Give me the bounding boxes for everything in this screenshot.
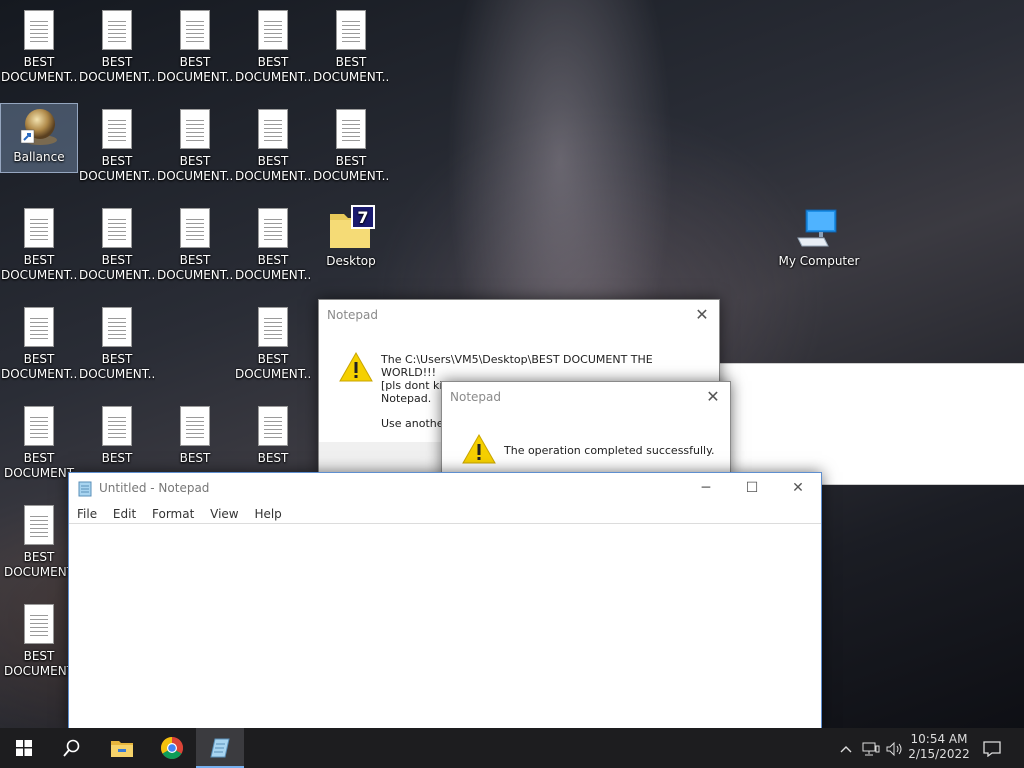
desktop-icon-best-document[interactable]: BEST DOCUMENT... [157, 2, 233, 85]
network-button[interactable] [860, 728, 882, 768]
document-icon [102, 10, 132, 50]
search-icon [63, 739, 80, 757]
desktop-icon-best-document[interactable]: BEST DOCUMENT... [1, 299, 77, 382]
ballance-game-icon [20, 109, 57, 145]
folder-icon: 7 [330, 205, 375, 248]
close-icon[interactable]: ✕ [704, 388, 722, 406]
notepad-window[interactable]: Untitled - Notepad ─ ☐ ✕ File Edit Forma… [68, 472, 822, 730]
document-icon [180, 406, 210, 446]
warning-icon [339, 352, 373, 382]
document-icon [336, 10, 366, 50]
document-icon [258, 208, 288, 248]
desktop-icon-best-document[interactable]: BEST [79, 398, 155, 466]
desktop-icon-best-document[interactable]: BEST DOCUMENT [1, 497, 77, 580]
desktop-icon-best-document[interactable]: BEST DOCUMENT... [1, 200, 77, 283]
maximize-button[interactable]: ☐ [729, 473, 775, 503]
menu-help[interactable]: Help [248, 507, 287, 521]
chrome-button[interactable] [148, 728, 196, 768]
document-icon [24, 505, 54, 545]
volume-button[interactable] [884, 728, 906, 768]
desktop-icon-best-document[interactable]: BEST DOCUMENT... [235, 299, 311, 382]
desktop-icon-best-document[interactable]: BEST DOCUMENT... [235, 101, 311, 184]
document-icon [24, 10, 54, 50]
document-icon [24, 307, 54, 347]
desktop-icon-best-document[interactable]: BEST DOCUMENT... [79, 200, 155, 283]
document-icon [102, 406, 132, 446]
document-icon [24, 406, 54, 446]
desktop-icon-best-document[interactable]: BEST DOCUMENT... [235, 200, 311, 283]
windows-start-icon [16, 740, 32, 756]
clock-date: 2/15/2022 [908, 747, 970, 761]
desktop: BEST DOCUMENT... BEST DOCUMENT... BEST D… [0, 0, 1024, 730]
start-button[interactable] [0, 728, 48, 768]
document-icon [102, 208, 132, 248]
document-icon [102, 307, 132, 347]
desktop-icon-best-document[interactable]: BEST DOCUMENT... [79, 101, 155, 184]
svg-text:7: 7 [357, 208, 368, 227]
document-icon [258, 109, 288, 149]
window-title: Untitled - Notepad [99, 481, 210, 495]
document-icon [258, 406, 288, 446]
action-center-button[interactable] [978, 728, 1006, 768]
dialog-title: Notepad [327, 308, 378, 322]
document-icon [336, 109, 366, 149]
document-icon [180, 10, 210, 50]
desktop-icon-best-document[interactable]: BEST DOCUMENT... [157, 200, 233, 283]
notepad-icon [78, 481, 92, 497]
desktop-icon-best-document[interactable]: BEST [235, 398, 311, 466]
volume-icon [886, 741, 902, 756]
desktop-icon-best-document[interactable]: BEST [157, 398, 233, 466]
desktop-icon-best-document[interactable]: BEST DOCUMENT... [235, 2, 311, 85]
document-icon [102, 109, 132, 149]
desktop-icon-best-document[interactable]: BEST DOCUMENT... [79, 2, 155, 85]
menu-edit[interactable]: Edit [107, 507, 142, 521]
file-explorer-button[interactable] [98, 728, 146, 768]
clock[interactable]: 10:54 AM 2/15/2022 [906, 728, 972, 768]
network-icon [862, 742, 880, 755]
close-button[interactable]: ✕ [775, 473, 821, 503]
desktop-icon-best-document[interactable]: BEST DOCUMENT [1, 398, 77, 481]
document-icon [258, 307, 288, 347]
search-button[interactable] [48, 728, 96, 768]
show-hidden-icons-button[interactable] [836, 728, 856, 768]
warning-icon [462, 434, 496, 464]
desktop-icon-best-document[interactable]: BEST DOCUMENT [1, 596, 77, 679]
chrome-icon [161, 737, 183, 759]
notepad-success-dialog[interactable]: Notepad ✕ The operation completed succes… [441, 381, 731, 479]
desktop-icon-best-document[interactable]: BEST DOCUMENT... [79, 299, 155, 382]
menu-format[interactable]: Format [146, 507, 200, 521]
close-icon[interactable]: ✕ [693, 306, 711, 324]
desktop-icon-ballance[interactable]: Ballance [0, 103, 78, 173]
menu-file[interactable]: File [71, 507, 103, 521]
desktop-icon-best-document[interactable]: BEST DOCUMENT... [1, 2, 77, 85]
notepad-icon [210, 738, 230, 758]
minimize-button[interactable]: ─ [683, 473, 729, 503]
notification-icon [983, 740, 1001, 757]
desktop-icon-my-computer[interactable]: My Computer [776, 200, 862, 269]
menu-bar: File Edit Format View Help [69, 503, 821, 525]
document-icon [180, 109, 210, 149]
chevron-up-icon [840, 745, 852, 752]
file-explorer-icon [111, 741, 133, 757]
menu-view[interactable]: View [204, 507, 244, 521]
document-icon [24, 208, 54, 248]
text-editor[interactable] [69, 523, 821, 729]
desktop-icon-best-document[interactable]: BEST DOCUMENT... [157, 101, 233, 184]
dialog-title: Notepad [450, 390, 501, 404]
desktop-icon-desktop-folder[interactable]: 7 Desktop [313, 200, 389, 269]
desktop-icon-best-document[interactable]: BEST DOCUMENT... [313, 101, 389, 184]
document-icon [24, 604, 54, 644]
taskbar: 10:54 AM 2/15/2022 [0, 728, 1024, 768]
document-icon [180, 208, 210, 248]
desktop-icon-best-document[interactable]: BEST DOCUMENT... [313, 2, 389, 85]
document-icon [258, 10, 288, 50]
dialog-message: The operation completed successfully. [504, 444, 715, 457]
clock-time: 10:54 AM [910, 732, 968, 746]
computer-icon [797, 209, 837, 247]
notepad-taskbar-button[interactable] [196, 728, 244, 768]
